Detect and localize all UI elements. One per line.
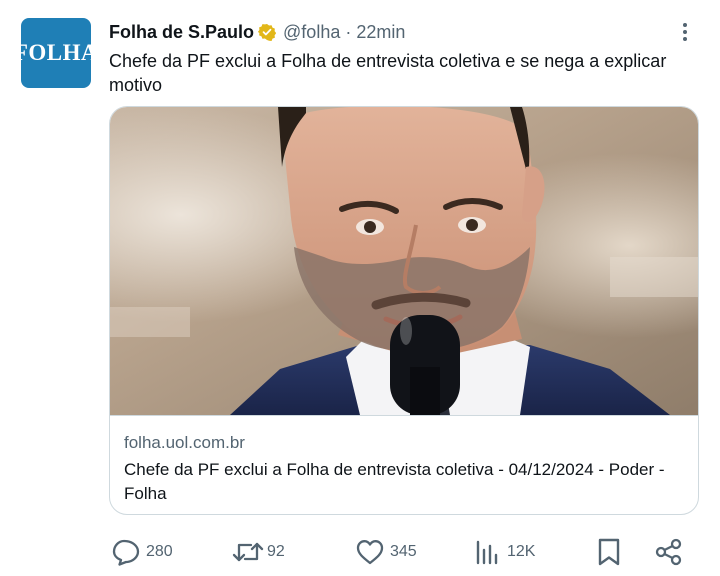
repost-icon	[232, 542, 264, 562]
reply-button[interactable]: 280	[111, 537, 173, 567]
tweet-header: Folha de S.Paulo @folha · 22min	[109, 19, 405, 45]
reply-count: 280	[146, 543, 173, 560]
avatar[interactable]: FOLHA	[14, 18, 98, 88]
tweet-timestamp[interactable]: 22min	[356, 22, 405, 43]
more-options-icon[interactable]	[676, 20, 694, 44]
share-icon	[655, 538, 682, 566]
article-photo[interactable]	[110, 107, 699, 415]
header-separator: ·	[345, 21, 352, 42]
views-button[interactable]: 12K	[474, 537, 535, 567]
account-name[interactable]: Folha de S.Paulo	[109, 22, 254, 43]
bookmark-icon	[598, 538, 620, 566]
repost-count: 92	[267, 543, 285, 560]
like-button[interactable]: 345	[355, 537, 417, 567]
card-text-area[interactable]: folha.uol.com.br Chefe da PF exclui a Fo…	[110, 415, 698, 506]
repost-button[interactable]: 92	[231, 537, 285, 567]
card-domain: folha.uol.com.br	[124, 433, 245, 452]
reply-icon	[112, 539, 140, 566]
bookmark-button[interactable]	[596, 537, 622, 567]
analytics-icon	[476, 540, 498, 565]
tweet-actions: 280 92 345 12K	[0, 537, 720, 567]
card-title: Chefe da PF exclui a Folha de entrevista…	[124, 460, 665, 503]
heart-icon	[356, 540, 384, 565]
tweet-text: Chefe da PF exclui a Folha de entrevista…	[109, 51, 667, 95]
view-count: 12K	[507, 543, 536, 560]
account-handle[interactable]: @folha	[283, 22, 340, 43]
avatar-logo-text: FOLHA	[13, 40, 99, 65]
verified-badge-icon[interactable]	[258, 23, 277, 41]
like-count: 345	[390, 543, 417, 560]
link-preview-card[interactable]: folha.uol.com.br Chefe da PF exclui a Fo…	[109, 106, 699, 515]
share-button[interactable]	[654, 537, 684, 567]
